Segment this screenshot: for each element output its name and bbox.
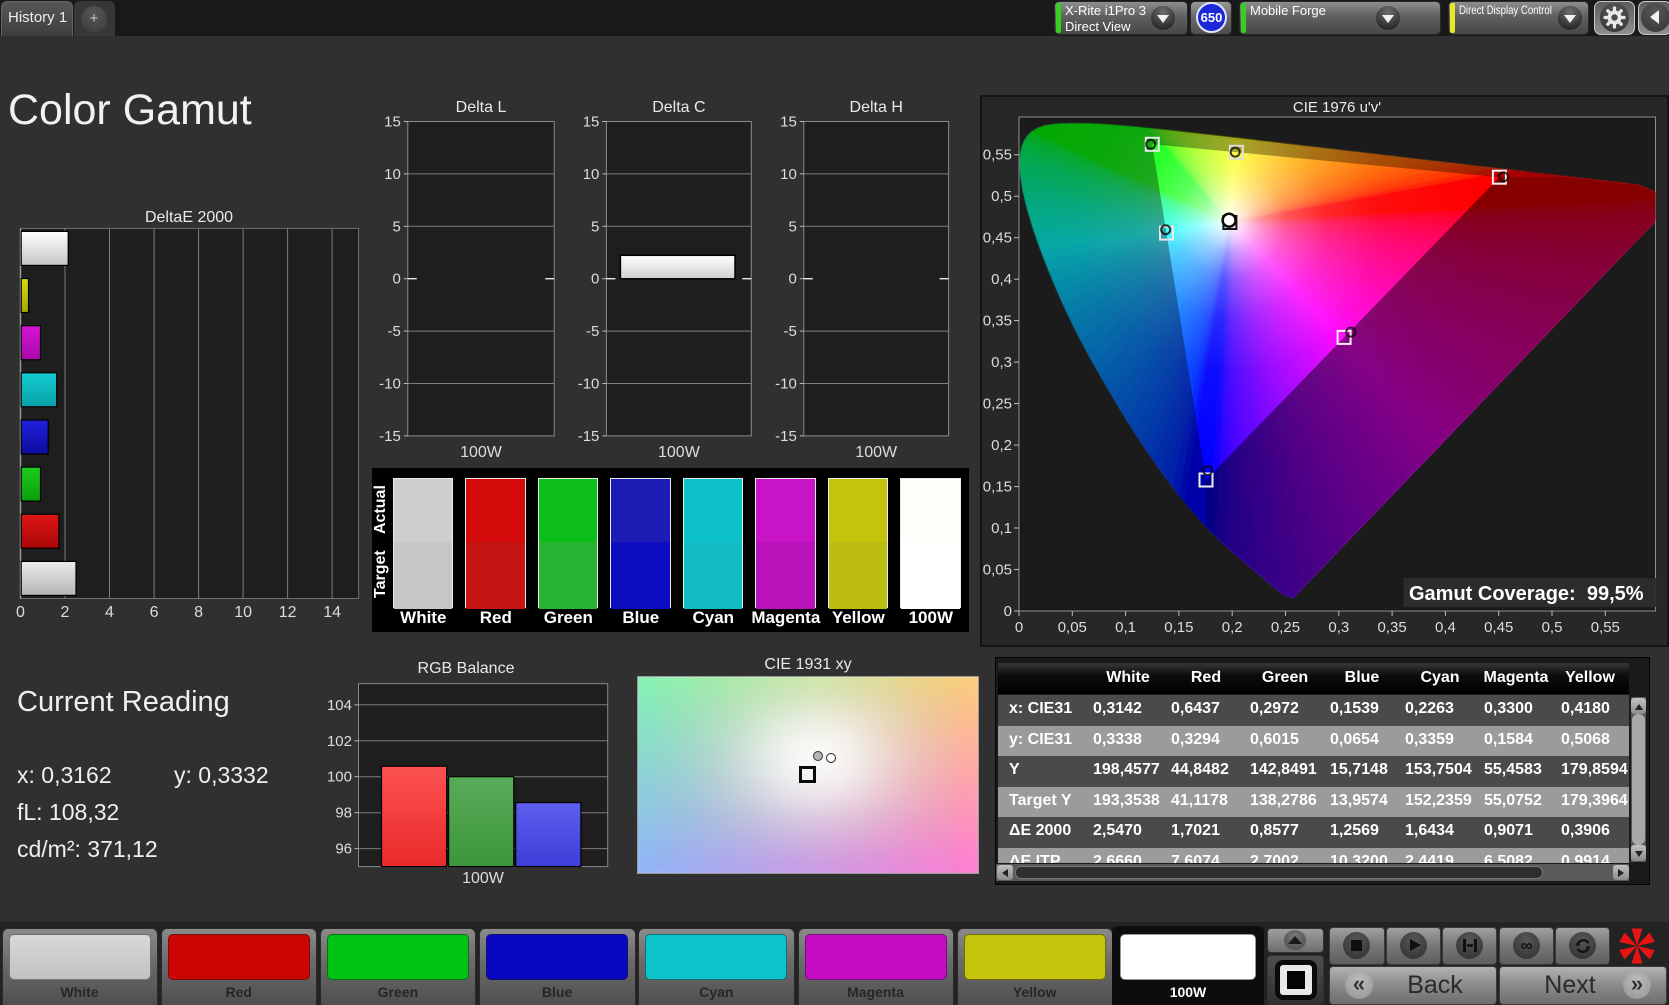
svg-text:10: 10: [780, 166, 797, 183]
svg-text:Gamut Coverage: 99,5%: Gamut Coverage: 99,5%: [1409, 583, 1644, 605]
svg-text:102: 102: [327, 733, 352, 750]
svg-text:15: 15: [583, 114, 600, 131]
svg-text:0,3: 0,3: [991, 354, 1012, 371]
svg-text:0,25: 0,25: [1271, 619, 1300, 636]
svg-text:0,2: 0,2: [1222, 619, 1243, 636]
svg-text:-10: -10: [578, 376, 600, 393]
svg-text:Delta C: Delta C: [652, 99, 705, 116]
svg-text:10: 10: [384, 166, 401, 183]
svg-text:Delta L: Delta L: [456, 99, 507, 116]
svg-text:104: 104: [327, 697, 352, 714]
svg-text:0,3: 0,3: [1328, 619, 1349, 636]
svg-text:15: 15: [780, 114, 797, 131]
svg-text:0,4: 0,4: [1435, 619, 1456, 636]
svg-text:0,35: 0,35: [983, 313, 1012, 330]
svg-text:0,5: 0,5: [991, 188, 1012, 205]
svg-text:-10: -10: [379, 376, 401, 393]
svg-text:0,15: 0,15: [1164, 619, 1193, 636]
svg-text:0,1: 0,1: [991, 520, 1012, 537]
svg-text:0,55: 0,55: [1591, 619, 1620, 636]
svg-text:0,45: 0,45: [983, 230, 1012, 247]
svg-text:0,45: 0,45: [1484, 619, 1513, 636]
svg-text:12: 12: [279, 604, 297, 621]
svg-text:100W: 100W: [462, 870, 505, 887]
svg-text:-15: -15: [379, 428, 401, 445]
svg-text:DeltaE 2000: DeltaE 2000: [145, 209, 233, 226]
svg-text:100W: 100W: [658, 444, 701, 461]
svg-text:0,35: 0,35: [1377, 619, 1406, 636]
svg-text:14: 14: [323, 604, 341, 621]
svg-text:-5: -5: [586, 323, 599, 340]
svg-text:0: 0: [16, 604, 25, 621]
svg-text:0: 0: [788, 271, 796, 288]
svg-text:CIE 1976 u'v': CIE 1976 u'v': [1293, 99, 1381, 116]
svg-text:0,15: 0,15: [983, 479, 1012, 496]
svg-text:0,05: 0,05: [1058, 619, 1087, 636]
svg-text:5: 5: [788, 218, 796, 235]
svg-text:-5: -5: [387, 323, 400, 340]
svg-text:4: 4: [105, 604, 114, 621]
svg-text:0: 0: [392, 271, 400, 288]
svg-text:0: 0: [1015, 619, 1023, 636]
svg-text:RGB Balance: RGB Balance: [418, 660, 515, 677]
svg-text:2: 2: [61, 604, 70, 621]
svg-text:0,1: 0,1: [1115, 619, 1136, 636]
svg-text:100W: 100W: [460, 444, 503, 461]
svg-text:6: 6: [150, 604, 159, 621]
svg-text:Delta H: Delta H: [850, 99, 903, 116]
svg-text:0,2: 0,2: [991, 437, 1012, 454]
svg-text:-15: -15: [578, 428, 600, 445]
svg-text:10: 10: [234, 604, 252, 621]
svg-text:5: 5: [392, 218, 400, 235]
svg-text:98: 98: [335, 805, 352, 822]
svg-text:-15: -15: [775, 428, 797, 445]
svg-text:96: 96: [335, 841, 352, 858]
svg-text:100: 100: [327, 769, 352, 786]
svg-text:0: 0: [1004, 603, 1012, 620]
svg-text:100W: 100W: [855, 444, 898, 461]
svg-text:0,55: 0,55: [983, 147, 1012, 164]
svg-text:10: 10: [583, 166, 600, 183]
svg-text:5: 5: [591, 218, 599, 235]
svg-text:0,25: 0,25: [983, 396, 1012, 413]
svg-text:0,05: 0,05: [983, 562, 1012, 579]
svg-text:0,4: 0,4: [991, 271, 1012, 288]
svg-text:-5: -5: [783, 323, 796, 340]
svg-text:0,5: 0,5: [1542, 619, 1563, 636]
svg-text:15: 15: [384, 114, 401, 131]
svg-text:0: 0: [591, 271, 599, 288]
svg-text:8: 8: [194, 604, 203, 621]
svg-text:-10: -10: [775, 376, 797, 393]
